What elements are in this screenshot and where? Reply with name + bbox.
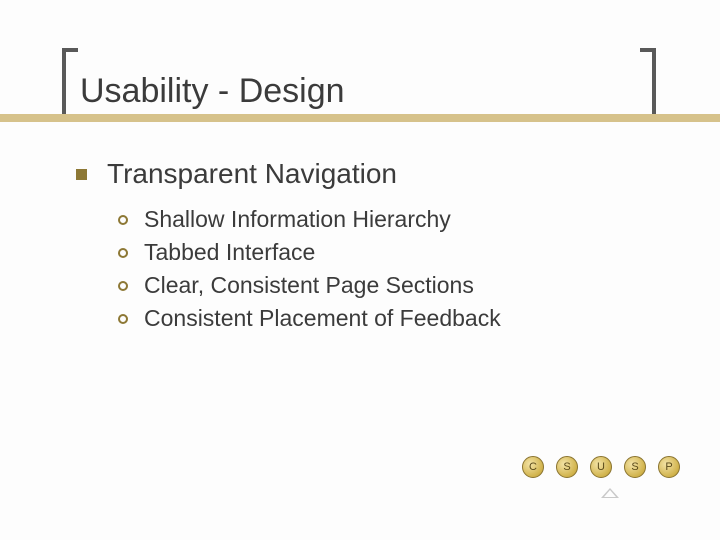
square-bullet-icon <box>76 169 87 180</box>
sub-bullet-text: Consistent Placement of Feedback <box>144 305 501 332</box>
footer-dot-s[interactable]: S <box>556 456 578 478</box>
sub-bullet-row: Clear, Consistent Page Sections <box>118 272 636 299</box>
slide-content: Transparent Navigation Shallow Informati… <box>76 158 636 338</box>
arrow-up-icon <box>601 488 619 498</box>
sub-bullet-text: Shallow Information Hierarchy <box>144 206 451 233</box>
circle-bullet-icon <box>118 281 128 291</box>
footer-dot-p[interactable]: P <box>658 456 680 478</box>
main-bullet-row: Transparent Navigation <box>76 158 636 190</box>
title-bracket-left <box>62 48 78 122</box>
title-bracket-right <box>640 48 656 122</box>
main-bullet-text: Transparent Navigation <box>107 158 397 190</box>
circle-bullet-icon <box>118 215 128 225</box>
sub-bullet-row: Shallow Information Hierarchy <box>118 206 636 233</box>
footer-dot-u[interactable]: U <box>590 456 612 478</box>
sub-bullet-text: Clear, Consistent Page Sections <box>144 272 474 299</box>
footer-nav-dots: C S U S P <box>522 456 680 478</box>
footer-dot-c[interactable]: C <box>522 456 544 478</box>
sub-bullet-row: Consistent Placement of Feedback <box>118 305 636 332</box>
title-underline-bar <box>0 114 720 122</box>
sub-bullet-text: Tabbed Interface <box>144 239 315 266</box>
sub-bullet-list: Shallow Information Hierarchy Tabbed Int… <box>118 206 636 332</box>
circle-bullet-icon <box>118 314 128 324</box>
slide-title: Usability - Design <box>80 72 345 111</box>
footer-dot-s2[interactable]: S <box>624 456 646 478</box>
sub-bullet-row: Tabbed Interface <box>118 239 636 266</box>
circle-bullet-icon <box>118 248 128 258</box>
